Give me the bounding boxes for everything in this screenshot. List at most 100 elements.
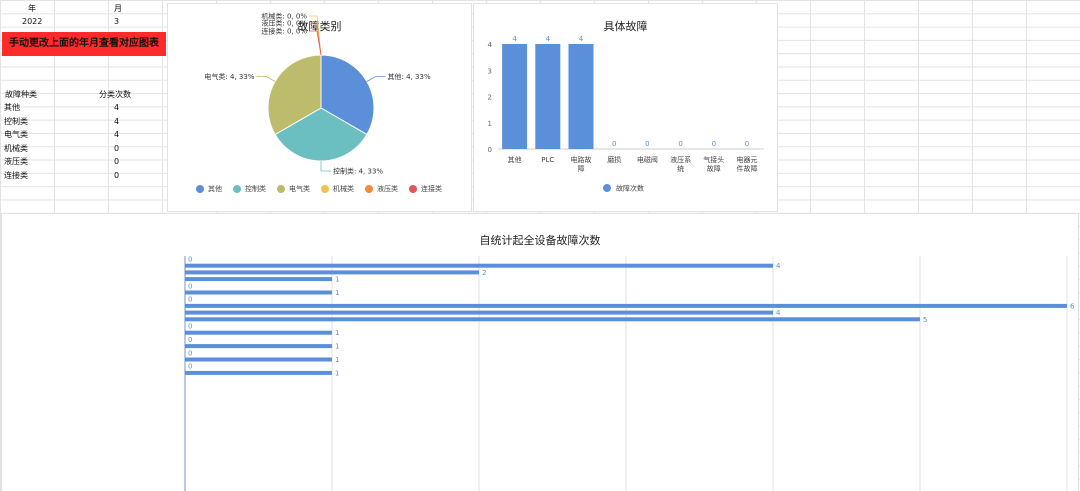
hbar — [185, 263, 773, 268]
hbar-chart-panel[interactable]: 自统计起全设备故障次数 042101064501010101 — [2, 214, 1078, 491]
x-tick-label: 统 — [677, 164, 684, 173]
table-row-name: 电气类 — [4, 130, 28, 139]
legend-label: 液压类 — [377, 185, 398, 193]
bar — [535, 44, 561, 149]
legend-item[interactable]: 其他 — [196, 184, 222, 194]
table-row-name: 连接类 — [4, 170, 28, 180]
table-row-count: 0 — [114, 157, 120, 166]
hbar — [185, 303, 1067, 308]
hbar — [185, 330, 332, 335]
y-tick-label: 3 — [488, 67, 492, 75]
legend-swatch — [321, 185, 329, 193]
hbar-data-label: 0 — [188, 256, 192, 264]
bar-data-label: 0 — [712, 140, 716, 148]
month-cell[interactable]: 3 — [114, 15, 119, 28]
bar-data-label: 0 — [612, 140, 616, 148]
x-tick-label: 电磁阀 — [637, 155, 658, 164]
hbar — [185, 344, 332, 349]
table-row-count: 0 — [114, 143, 120, 153]
legend-swatch — [196, 185, 204, 193]
bar-chart: 0 1 2 3 4 4 其他 4 PLC 4 电路故障 0 磨损 0 电磁阀 0 液压系统 0 气接头故障 0 电器元件… — [488, 35, 764, 193]
hbar-data-label: 0 — [188, 282, 192, 290]
bar-data-label: 4 — [512, 35, 517, 43]
bar-data-label: 4 — [546, 35, 551, 43]
pie-label-leader — [309, 15, 322, 56]
x-tick-label: 件故障 — [737, 164, 758, 173]
pie-chart-panel[interactable]: 故障类别 其他: 4, 33% 控制类: 4, 33% 电气类: 4, 33% 机械类… — [168, 4, 471, 211]
pie-label-leader — [309, 22, 322, 56]
hbar — [185, 370, 332, 375]
pie-legend: 其他 控制类 电气类 机械类 液压类 连接类 — [196, 184, 442, 194]
legend-swatch — [365, 185, 373, 193]
table-row-name: 机械类 — [4, 143, 28, 153]
instruction-banner: 手动更改上面的年月查看对应图表 — [2, 32, 166, 56]
pie-label-leader — [256, 76, 276, 82]
bar — [568, 44, 594, 149]
legend-label: 连接类 — [421, 185, 442, 193]
hbar — [185, 310, 773, 315]
hbar — [185, 270, 479, 275]
y-tick-label: 0 — [488, 146, 492, 154]
table-row-count: 4 — [114, 130, 120, 139]
bar-chart-panel[interactable]: 具体故障 0 1 2 3 4 4 其他 4 PLC 4 电路故障 0 磨损 0 电磁阀 0 液压系统 0 气接头 故障… — [474, 4, 777, 211]
legend-item[interactable]: 连接类 — [409, 184, 442, 194]
bar-data-label: 0 — [678, 140, 682, 148]
pie-slice-label: 电气类: 4, 33% — [204, 72, 254, 81]
bar — [502, 44, 528, 149]
x-tick-label: 电路故 — [571, 155, 592, 164]
legend-label: 电气类 — [289, 185, 310, 193]
legend-label: 其他 — [208, 185, 222, 193]
x-tick-label: 液压系 — [670, 155, 691, 164]
x-tick-label: 电器元 — [737, 155, 758, 164]
legend-swatch — [409, 185, 417, 193]
bar-data-label: 0 — [645, 140, 649, 148]
hbar-data-label: 1 — [335, 276, 339, 284]
legend-swatch — [233, 185, 241, 193]
hbar-data-label: 6 — [1070, 302, 1075, 310]
hbar-data-label: 0 — [188, 336, 192, 344]
month-header: 月 — [114, 4, 122, 13]
table-row-name: 液压类 — [4, 157, 28, 166]
hbar-data-label: 0 — [188, 296, 192, 304]
pie-slice-label: 液压类: 0, 0% — [261, 19, 307, 28]
table-header-type: 故障种类 — [5, 90, 37, 99]
x-tick-label: 气接头 — [703, 155, 724, 164]
pie-slice-label: 控制类: 4, 33% — [333, 167, 383, 176]
x-tick-label: 障 — [578, 164, 585, 173]
legend-label: 控制类 — [245, 185, 266, 193]
legend-item[interactable]: 控制类 — [233, 184, 266, 194]
bar-data-label: 0 — [745, 140, 749, 148]
bar-data-label: 4 — [579, 35, 584, 43]
legend-item[interactable]: 液压类 — [365, 184, 398, 194]
y-tick-label: 1 — [488, 120, 492, 128]
y-tick-label: 4 — [488, 41, 493, 49]
hbar — [185, 290, 332, 295]
hbar-data-label: 4 — [776, 262, 781, 270]
hbar-data-label: 2 — [482, 269, 486, 277]
hbar-data-label: 1 — [335, 356, 339, 364]
hbar-data-label: 0 — [188, 323, 192, 331]
legend-label: 故障次数 — [616, 184, 644, 193]
legend-swatch — [603, 184, 611, 192]
pie-slice-label: 其他: 4, 33% — [388, 72, 431, 81]
table-row-count: 4 — [114, 103, 120, 112]
table-row-count: 0 — [114, 170, 120, 180]
legend-item[interactable]: 机械类 — [321, 184, 354, 194]
year-cell[interactable]: 2022 — [22, 15, 42, 28]
hbar-chart: 0 4 2 1 0 1 0 6 4 5 0 1 0 1 0 1 0 1 — [184, 256, 1075, 491]
hbar-data-label: 0 — [188, 349, 192, 357]
x-tick-label: 磨损 — [607, 155, 621, 164]
table-row-name: 其他 — [4, 103, 20, 112]
hbar — [185, 357, 332, 362]
hbar — [185, 317, 920, 322]
y-tick-label: 2 — [488, 94, 492, 102]
table-header-count: 分类次数 — [99, 90, 131, 99]
legend-item[interactable]: 电气类 — [277, 184, 310, 194]
hbar-data-label: 5 — [923, 316, 927, 324]
hbar-data-label: 1 — [335, 369, 339, 377]
table-row-name: 控制类 — [4, 116, 28, 126]
pie-slice-label: 连接类: 0, 0% — [261, 27, 307, 36]
year-header: 年 — [28, 4, 36, 13]
hbar-data-label: 4 — [776, 309, 781, 317]
pie-label-leader — [320, 161, 331, 172]
